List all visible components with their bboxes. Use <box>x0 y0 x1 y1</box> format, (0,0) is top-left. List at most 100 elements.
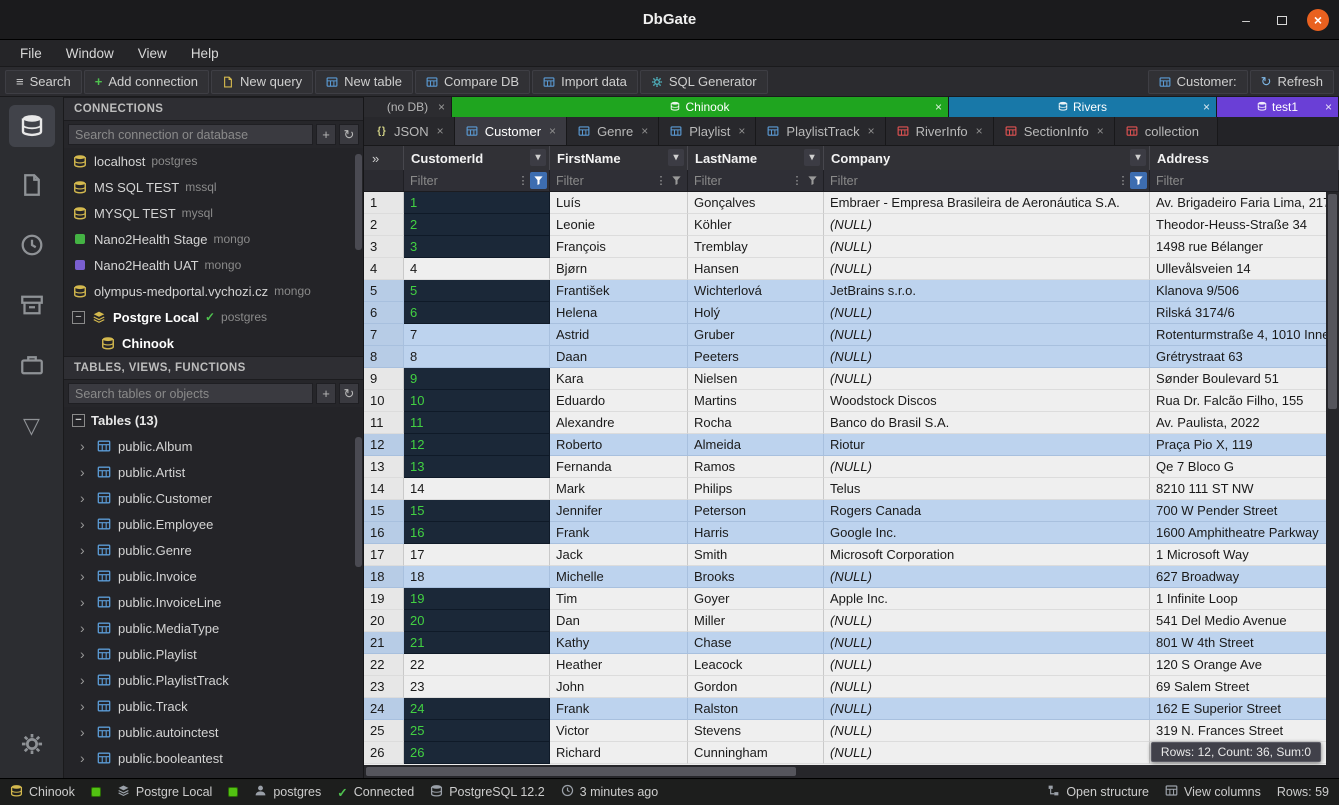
file-tab[interactable]: JSON × <box>364 117 455 145</box>
new-query-button[interactable]: New query <box>211 70 313 94</box>
cell-firstname[interactable]: Alexandre <box>550 412 688 434</box>
filter-funnel-icon[interactable] <box>1130 172 1147 189</box>
maximize-button[interactable] <box>1271 9 1293 31</box>
cell-company[interactable]: (NULL) <box>824 654 1150 676</box>
collapse-icon[interactable]: − <box>72 311 85 324</box>
rail-settings-button[interactable] <box>9 724 55 766</box>
cell-address[interactable]: 627 Broadway <box>1150 566 1339 588</box>
add-table-small-button[interactable]: + <box>316 383 336 404</box>
row-number[interactable]: 5 <box>364 280 404 302</box>
minimize-button[interactable]: – <box>1235 9 1257 31</box>
row-number[interactable]: 25 <box>364 720 404 742</box>
filter-menu-icon[interactable]: ⋮ <box>654 174 668 187</box>
cell-lastname[interactable]: Tremblay <box>688 236 824 258</box>
cell-company[interactable]: (NULL) <box>824 456 1150 478</box>
close-icon[interactable]: × <box>437 124 444 138</box>
row-number[interactable]: 9 <box>364 368 404 390</box>
database-item-chinook[interactable]: Chinook <box>64 330 363 356</box>
database-tab[interactable]: (no DB) × <box>364 97 452 117</box>
cell-customerid[interactable]: 8 <box>404 346 550 368</box>
chevron-right-icon[interactable]: › <box>80 620 90 636</box>
row-number[interactable]: 10 <box>364 390 404 412</box>
column-header-firstname[interactable]: FirstName ▾ <box>550 146 688 170</box>
cell-customerid[interactable]: 7 <box>404 324 550 346</box>
cell-lastname[interactable]: Wichterlová <box>688 280 824 302</box>
column-header-address[interactable]: Address <box>1150 146 1339 170</box>
refresh-button[interactable]: ↻ Refresh <box>1250 70 1334 94</box>
close-icon[interactable]: × <box>868 124 875 138</box>
connections-scrollbar[interactable] <box>355 154 362 250</box>
table-item[interactable]: › public.Customer <box>64 485 363 511</box>
connection-item[interactable]: localhost postgres <box>64 148 363 174</box>
cell-lastname[interactable]: Rocha <box>688 412 824 434</box>
file-tab[interactable]: RiverInfo × <box>886 117 994 145</box>
cell-customerid[interactable]: 14 <box>404 478 550 500</box>
cell-customerid[interactable]: 3 <box>404 236 550 258</box>
cell-customerid[interactable]: 11 <box>404 412 550 434</box>
cell-company[interactable]: Riotur <box>824 434 1150 456</box>
row-number[interactable]: 22 <box>364 654 404 676</box>
table-item[interactable]: › public.Artist <box>64 459 363 485</box>
refresh-connections-button[interactable]: ↻ <box>339 124 359 145</box>
cell-customerid[interactable]: 26 <box>404 742 550 764</box>
cell-lastname[interactable]: Nielsen <box>688 368 824 390</box>
cell-firstname[interactable]: Leonie <box>550 214 688 236</box>
table-item[interactable]: › public.booleantest <box>64 745 363 771</box>
cell-address[interactable]: 1600 Amphitheatre Parkway <box>1150 522 1339 544</box>
cell-lastname[interactable]: Philips <box>688 478 824 500</box>
cell-firstname[interactable]: Dan <box>550 610 688 632</box>
row-number[interactable]: 23 <box>364 676 404 698</box>
file-tab[interactable]: PlaylistTrack × <box>756 117 885 145</box>
cell-lastname[interactable]: Peterson <box>688 500 824 522</box>
horizontal-scrollbar[interactable] <box>364 765 1326 778</box>
cell-company[interactable]: (NULL) <box>824 324 1150 346</box>
table-row[interactable]: 7 7 Astrid Gruber (NULL) Rotenturmstraße… <box>364 324 1339 346</box>
cell-firstname[interactable]: Astrid <box>550 324 688 346</box>
chevron-right-icon[interactable]: › <box>80 724 90 740</box>
table-row[interactable]: 5 5 František Wichterlová JetBrains s.r.… <box>364 280 1339 302</box>
cell-customerid[interactable]: 21 <box>404 632 550 654</box>
cell-address[interactable]: 1 Microsoft Way <box>1150 544 1339 566</box>
tables-scrollbar[interactable] <box>355 437 362 567</box>
cell-lastname[interactable]: Martins <box>688 390 824 412</box>
open-structure-button[interactable]: Open structure <box>1047 784 1149 800</box>
cell-company[interactable]: Apple Inc. <box>824 588 1150 610</box>
chevron-right-icon[interactable]: › <box>80 490 90 506</box>
cell-address[interactable]: 700 W Pender Street <box>1150 500 1339 522</box>
database-tab[interactable]: Chinook × <box>452 97 949 117</box>
table-item[interactable]: › public.Playlist <box>64 641 363 667</box>
table-row[interactable]: 19 19 Tim Goyer Apple Inc. 1 Infinite Lo… <box>364 588 1339 610</box>
filter-input-company[interactable] <box>826 174 1116 188</box>
cell-company[interactable]: (NULL) <box>824 566 1150 588</box>
cell-customerid[interactable]: 15 <box>404 500 550 522</box>
cell-firstname[interactable]: Heather <box>550 654 688 676</box>
filter-input-lastname[interactable] <box>690 174 790 188</box>
cell-lastname[interactable]: Brooks <box>688 566 824 588</box>
cell-firstname[interactable]: John <box>550 676 688 698</box>
cell-address[interactable]: 801 W 4th Street <box>1150 632 1339 654</box>
row-number[interactable]: 26 <box>364 742 404 764</box>
cell-firstname[interactable]: Fernanda <box>550 456 688 478</box>
search-button[interactable]: ≡ Search <box>5 70 82 94</box>
table-row[interactable]: 3 3 François Tremblay (NULL) 1498 rue Bé… <box>364 236 1339 258</box>
chevron-down-icon[interactable]: ▾ <box>668 149 684 166</box>
cell-lastname[interactable]: Goyer <box>688 588 824 610</box>
column-header-customerid[interactable]: CustomerId ▾ <box>404 146 550 170</box>
connection-item[interactable]: MYSQL TEST mysql <box>64 200 363 226</box>
cell-customerid[interactable]: 23 <box>404 676 550 698</box>
file-tab[interactable]: Genre × <box>567 117 659 145</box>
table-row[interactable]: 15 15 Jennifer Peterson Rogers Canada 70… <box>364 500 1339 522</box>
cell-firstname[interactable]: Helena <box>550 302 688 324</box>
cell-customerid[interactable]: 12 <box>404 434 550 456</box>
cell-lastname[interactable]: Almeida <box>688 434 824 456</box>
close-icon[interactable]: × <box>935 100 942 114</box>
cell-customerid[interactable]: 13 <box>404 456 550 478</box>
filter-funnel-icon[interactable] <box>530 172 547 189</box>
cell-address[interactable]: 319 N. Frances Street <box>1150 720 1339 742</box>
row-number[interactable]: 11 <box>364 412 404 434</box>
table-item[interactable]: › public.InvoiceLine <box>64 589 363 615</box>
cell-customerid[interactable]: 25 <box>404 720 550 742</box>
column-header-company[interactable]: Company ▾ <box>824 146 1150 170</box>
table-item[interactable]: › public.Genre <box>64 537 363 563</box>
chevron-right-icon[interactable]: › <box>80 672 90 688</box>
